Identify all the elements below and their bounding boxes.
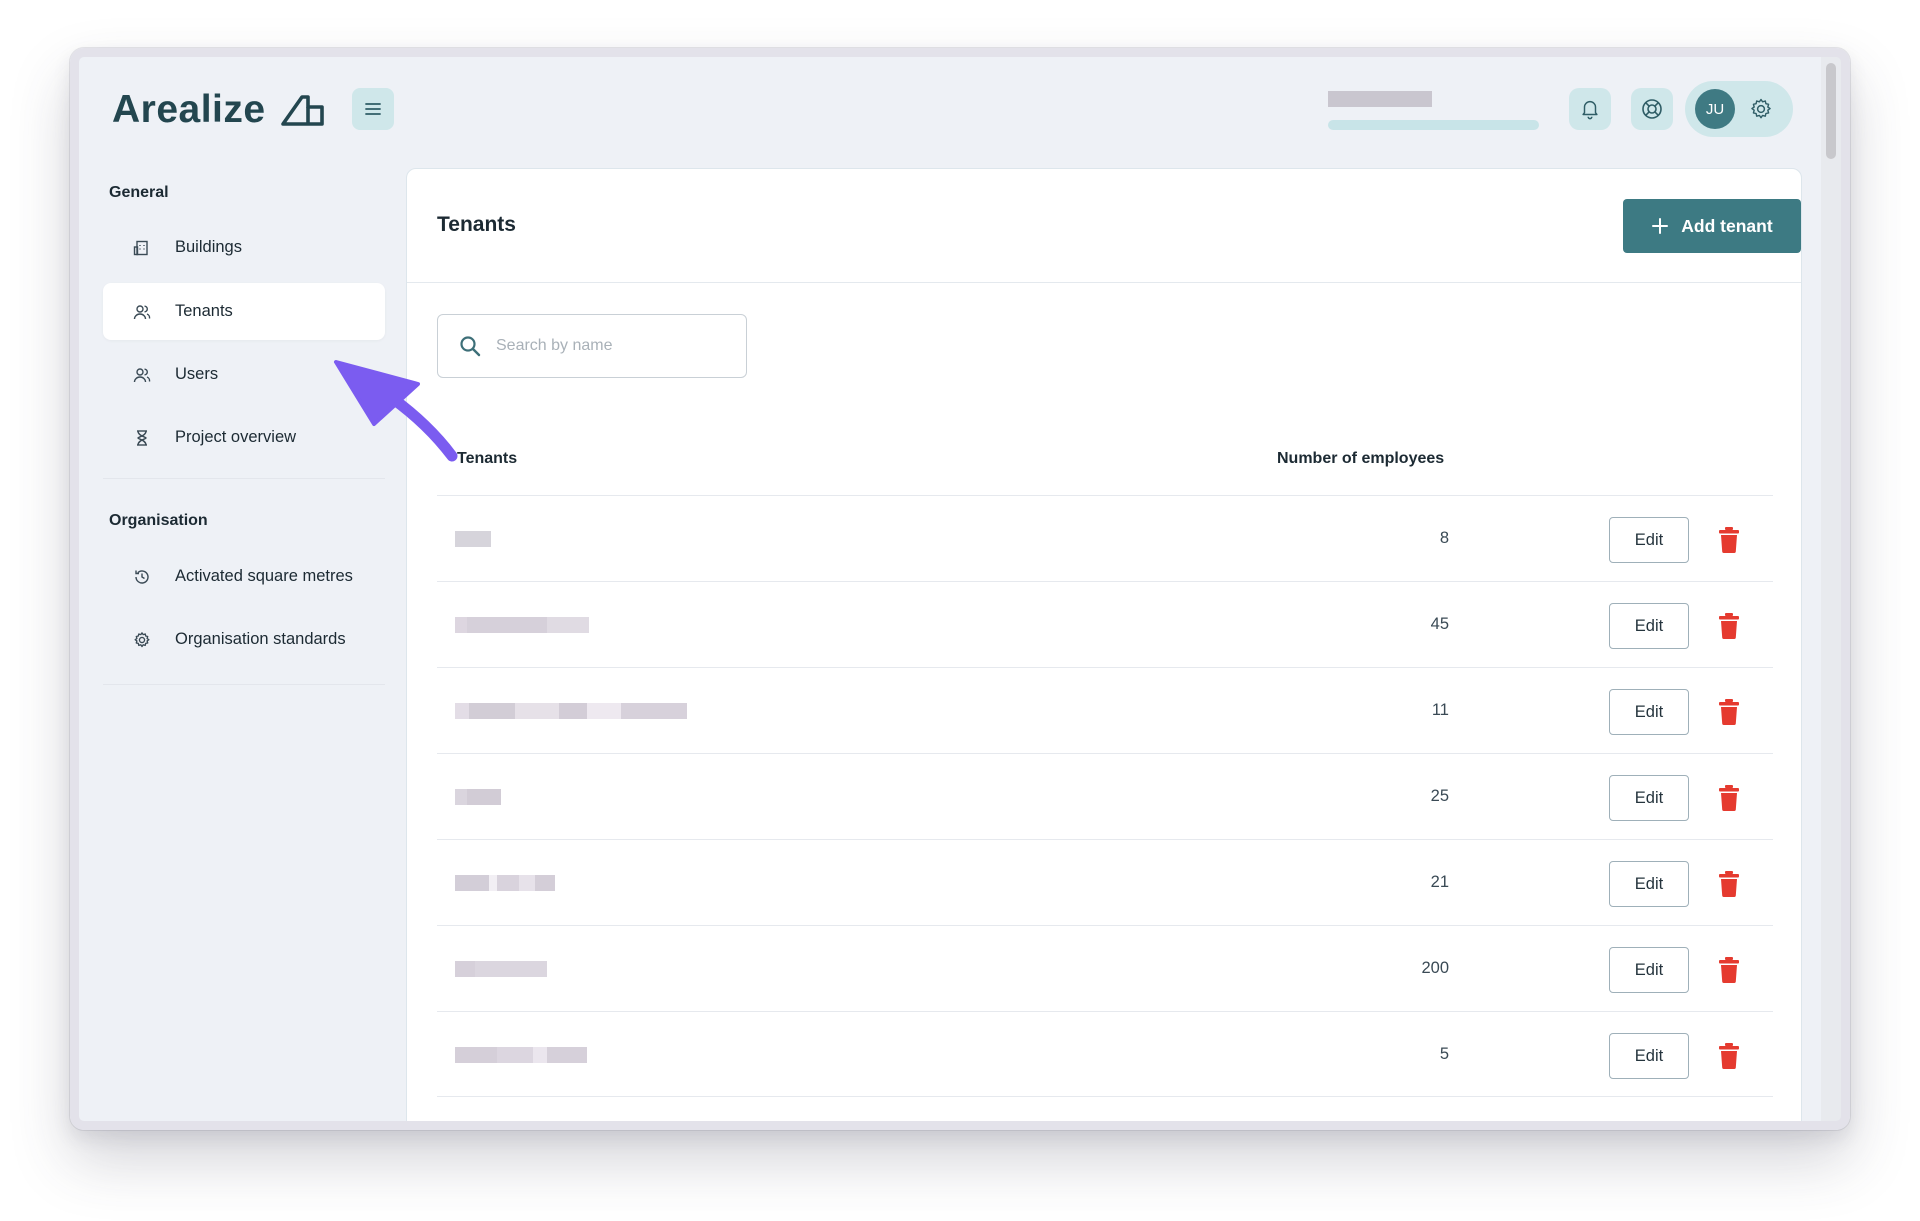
- page-title: Tenants: [437, 213, 516, 236]
- sidebar-item-label: Organisation standards: [175, 630, 346, 648]
- tenants-table: 8 Edit 45 Edit 11 Edit 25 Edit 21 Edit 2…: [437, 495, 1773, 1097]
- trash-icon[interactable]: [1718, 699, 1740, 725]
- employee-count: 200: [1421, 959, 1449, 977]
- users-icon: [133, 303, 151, 321]
- edit-button[interactable]: Edit: [1609, 861, 1689, 907]
- employee-count: 45: [1430, 615, 1449, 633]
- user-menu: JU: [1685, 81, 1793, 137]
- redacted-tenant-name: [455, 617, 589, 633]
- scrollbar-thumb[interactable]: [1826, 63, 1836, 159]
- trash-icon[interactable]: [1718, 1043, 1740, 1069]
- logo-text: Arealize: [112, 88, 266, 131]
- history-icon: [133, 568, 151, 586]
- sidebar-item-label: Users: [175, 365, 219, 383]
- edit-button[interactable]: Edit: [1609, 603, 1689, 649]
- table-row: 11 Edit: [437, 667, 1773, 753]
- search-box[interactable]: [437, 314, 747, 378]
- hourglass-icon: [133, 429, 151, 447]
- plus-icon: [1652, 218, 1669, 234]
- add-tenant-button[interactable]: Add tenant: [1623, 199, 1801, 253]
- trash-icon[interactable]: [1718, 527, 1740, 553]
- trash-icon[interactable]: [1718, 957, 1740, 983]
- app-window: Arealize JU General Buildings Tenants Us…: [70, 48, 1850, 1130]
- annotation-arrow-icon: [334, 360, 458, 462]
- settings-gear-icon[interactable]: [1749, 97, 1773, 121]
- column-header-tenants: Tenants: [457, 450, 518, 467]
- table-row: 25 Edit: [437, 753, 1773, 839]
- table-row: 21 Edit: [437, 839, 1773, 925]
- employee-count: 8: [1439, 529, 1449, 547]
- tenants-panel: Tenants Add tenant Tenants Number of emp…: [406, 168, 1802, 1130]
- edit-button[interactable]: Edit: [1609, 689, 1689, 735]
- add-tenant-label: Add tenant: [1681, 215, 1773, 236]
- sidebar-item-activated-square-metres[interactable]: Activated square metres: [103, 548, 385, 605]
- edit-button[interactable]: Edit: [1609, 517, 1689, 563]
- employee-count: 5: [1439, 1045, 1449, 1063]
- employee-count: 25: [1430, 787, 1449, 805]
- sidebar-item-label: Activated square metres: [175, 567, 353, 585]
- gear-icon: [133, 631, 151, 649]
- employee-count: 11: [1431, 701, 1449, 719]
- table-row: 45 Edit: [437, 581, 1773, 667]
- edit-button[interactable]: Edit: [1609, 1033, 1689, 1079]
- help-button[interactable]: [1631, 88, 1673, 130]
- redacted-tenant-name: [455, 789, 501, 805]
- sidebar-item-label: Buildings: [175, 238, 242, 256]
- sidebar-divider: [103, 684, 385, 685]
- trash-icon[interactable]: [1718, 613, 1740, 639]
- logo[interactable]: Arealize: [112, 88, 326, 132]
- edit-button[interactable]: Edit: [1609, 947, 1689, 993]
- edit-button[interactable]: Edit: [1609, 775, 1689, 821]
- bell-icon: [1582, 101, 1598, 120]
- sidebar-item-label: Tenants: [175, 302, 233, 320]
- lifebuoy-icon: [1642, 99, 1662, 119]
- menu-toggle-button[interactable]: [352, 88, 394, 130]
- notifications-button[interactable]: [1569, 88, 1611, 130]
- sidebar-divider: [103, 478, 385, 479]
- sidebar-item-tenants[interactable]: Tenants: [103, 283, 385, 340]
- panel-header-divider: [407, 282, 1801, 283]
- page-scrollbar[interactable]: [1821, 57, 1841, 1121]
- redacted-tenant-name: [455, 875, 555, 891]
- redacted-tenant-name: [455, 703, 687, 719]
- table-row: 5 Edit: [437, 1011, 1773, 1097]
- redacted-progress-bar: [1328, 120, 1539, 130]
- employee-count: 21: [1430, 873, 1449, 891]
- column-header-number-of-employees: Number of employees: [1277, 450, 1445, 467]
- redacted-tenant-name: [455, 531, 491, 547]
- avatar[interactable]: JU: [1695, 89, 1735, 129]
- hamburger-icon: [365, 103, 381, 115]
- table-row: 8 Edit: [437, 495, 1773, 581]
- search-icon: [460, 336, 481, 357]
- users-icon: [133, 366, 151, 384]
- redacted-org-name: [1328, 91, 1432, 107]
- sidebar-section-general-title: General: [109, 184, 169, 201]
- redacted-tenant-name: [455, 1047, 587, 1063]
- sidebar-section-organisation-title: Organisation: [109, 512, 208, 529]
- table-row: 200 Edit: [437, 925, 1773, 1011]
- sidebar-item-buildings[interactable]: Buildings: [103, 219, 385, 276]
- sidebar-item-label: Project overview: [175, 428, 297, 446]
- logo-mark-icon: [280, 93, 326, 127]
- trash-icon[interactable]: [1718, 871, 1740, 897]
- search-input[interactable]: [496, 337, 726, 355]
- redacted-tenant-name: [455, 961, 547, 977]
- trash-icon[interactable]: [1718, 785, 1740, 811]
- building-icon: [133, 239, 151, 257]
- sidebar-item-organisation-standards[interactable]: Organisation standards: [103, 611, 385, 668]
